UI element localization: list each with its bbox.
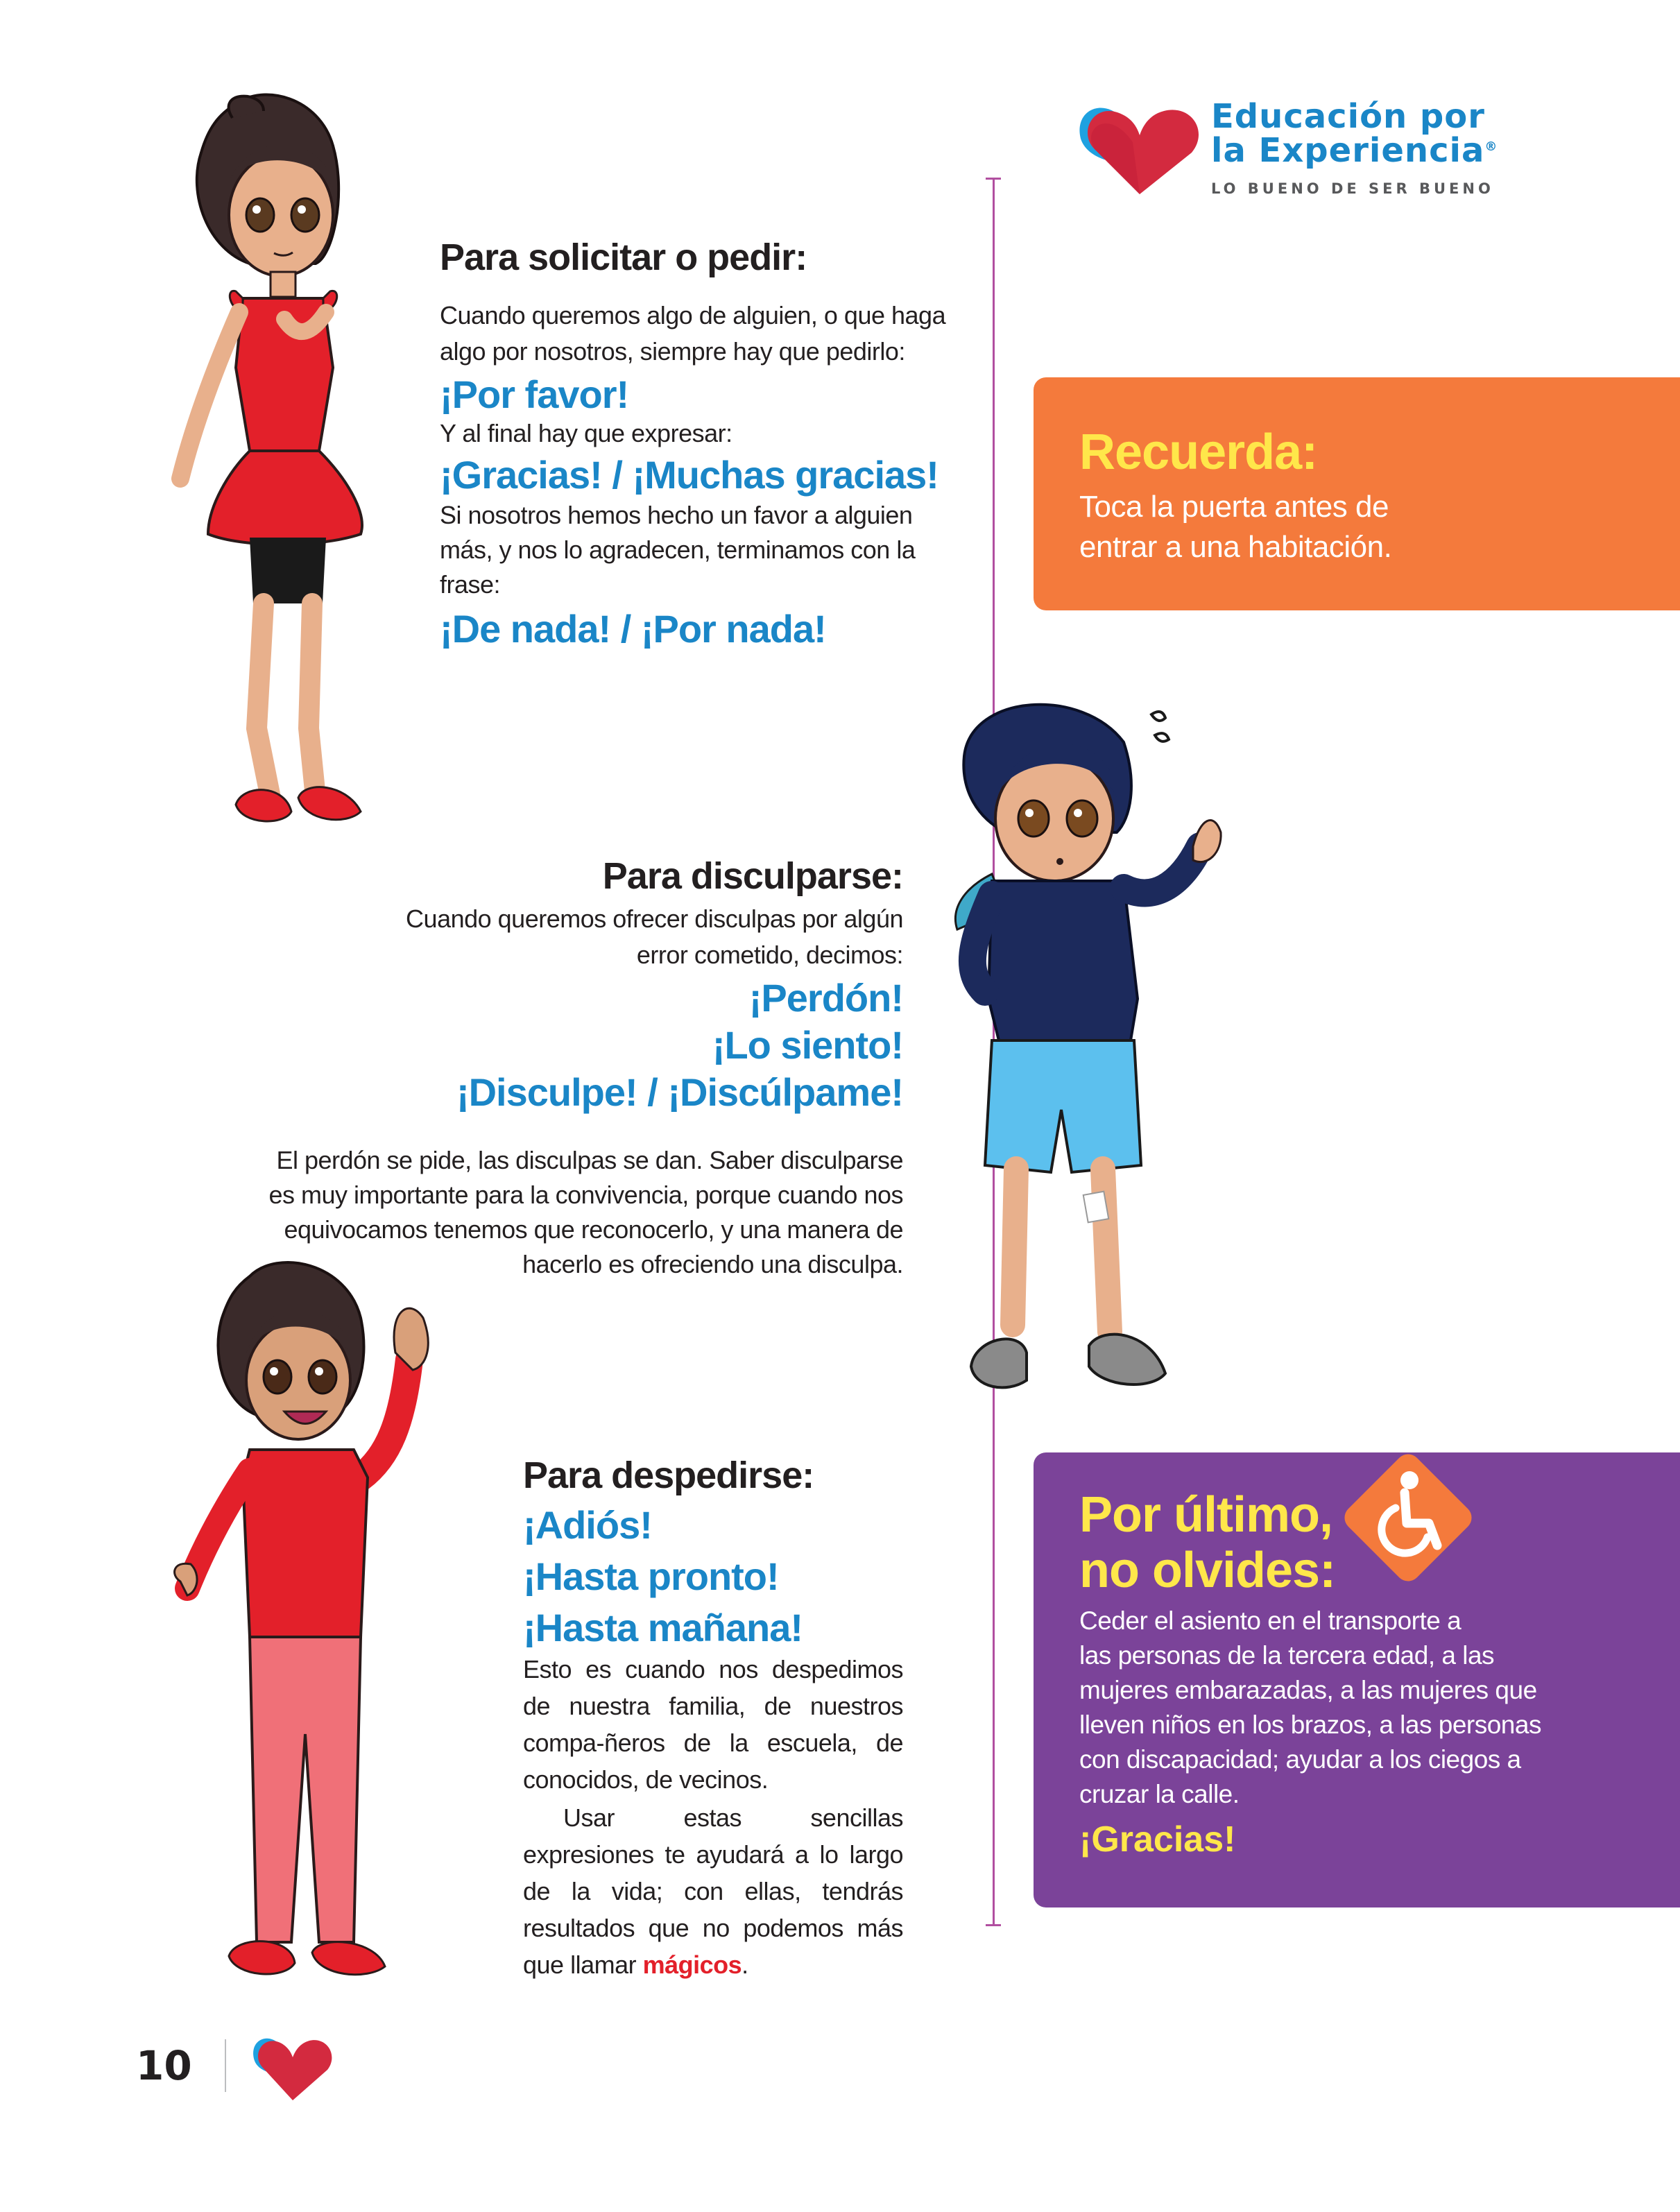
apology-intro-line-1: Cuando queremos ofrecer disculpas por al…: [406, 904, 903, 933]
apology-title: Para disculparse:: [602, 855, 904, 897]
finally-line-5: con discapacidad; ayudar a los ciegos a: [1079, 1745, 1521, 1774]
registered-mark: ®: [1484, 139, 1498, 154]
farewell-paragraph-2: Usar estas sencillas expresiones te ayud…: [523, 1799, 904, 1983]
apology-para-line-2: es muy importante para la convivencia, p…: [268, 1181, 903, 1209]
expression-por-favor: ¡Por favor!: [440, 372, 629, 416]
request-intro-line-1: Cuando queremos algo de alguien, o que h…: [440, 301, 946, 329]
expression-adios: ¡Adiós!: [523, 1503, 653, 1547]
boy-hoodie-illustration: [954, 703, 1222, 1389]
remember-line-2: entrar a una habitación.: [1079, 530, 1392, 564]
finally-line-2: las personas de la tercera edad, a las: [1079, 1641, 1495, 1670]
finally-line-1: Ceder el asiento en el transporte a: [1079, 1606, 1462, 1635]
highlight-magicos: mágicos: [642, 1950, 742, 1979]
request-favor-line-2: más, y nos lo agradecen, terminamos con …: [440, 535, 916, 564]
divider-cap-bottom: [986, 1924, 1001, 1926]
expression-lo-siento: ¡Lo siento!: [712, 1023, 904, 1067]
footer-divider: [225, 2039, 226, 2092]
heart-logo-icon: [1079, 108, 1199, 194]
remember-box: Recuerda: Toca la puerta antes de entrar…: [1034, 377, 1680, 610]
apology-para-line-1: El perdón se pide, las disculpas se dan.…: [276, 1146, 903, 1174]
finally-line-3: mujeres embarazadas, a las mujeres que: [1079, 1676, 1537, 1704]
expression-disculpe: ¡Disculpe! / ¡Discúlpame!: [456, 1070, 904, 1114]
girl-waving-illustration: [173, 1261, 429, 1976]
farewell-paragraph-2-end: .: [742, 1950, 748, 1979]
page-number: 10: [136, 2042, 192, 2089]
request-final-line: Y al final hay que expresar:: [440, 419, 732, 447]
farewell-paragraph-1: Esto es cuando nos despedimos de nuestra…: [523, 1655, 904, 1794]
finally-line-6: cruzar la calle.: [1079, 1780, 1240, 1808]
logo-line-1: Educación por: [1211, 97, 1485, 136]
logo-line-2: la Experiencia®: [1211, 132, 1498, 167]
footer-heart-logo-icon: [253, 2038, 332, 2100]
expression-de-nada: ¡De nada! / ¡Por nada!: [440, 607, 827, 651]
apology-intro-line-2: error cometido, decimos:: [636, 941, 904, 969]
request-favor-line-1: Si nosotros hemos hecho un favor a algui…: [440, 501, 913, 529]
request-favor-line-3: frase:: [440, 570, 501, 599]
finally-title-line-2: no olvides:: [1079, 1543, 1336, 1598]
expression-perdon: ¡Perdón!: [748, 976, 904, 1020]
farewell-title: Para despedirse:: [523, 1455, 814, 1496]
request-intro-line-2: algo por nosotros, siempre hay que pedir…: [440, 337, 905, 366]
wheelchair-icon: [1332, 1441, 1484, 1594]
finally-title-line-1: Por último,: [1079, 1487, 1333, 1543]
remember-title: Recuerda:: [1079, 425, 1318, 480]
divider-cap-top: [986, 178, 1001, 180]
logo-tagline: LO BUENO DE SER BUENO: [1211, 180, 1494, 197]
finally-closing: ¡Gracias!: [1079, 1819, 1236, 1860]
brand-logo: Educación por la Experiencia® LO BUENO D…: [1074, 97, 1497, 201]
expression-gracias: ¡Gracias! / ¡Muchas gracias!: [440, 453, 939, 497]
logo-line-2-text: la Experiencia: [1211, 131, 1485, 170]
girl-red-dress-illustration: [171, 93, 363, 823]
finally-line-4: lleven niños en los brazos, a las person…: [1079, 1711, 1541, 1739]
apology-para-line-3: equivocamos tenemos que reconocerlo, y u…: [284, 1215, 903, 1244]
remember-line-1: Toca la puerta antes de: [1079, 490, 1389, 524]
request-title: Para solicitar o pedir:: [440, 237, 807, 278]
expression-hasta-manana: ¡Hasta mañana!: [523, 1606, 803, 1649]
expression-hasta-pronto: ¡Hasta pronto!: [523, 1554, 780, 1598]
